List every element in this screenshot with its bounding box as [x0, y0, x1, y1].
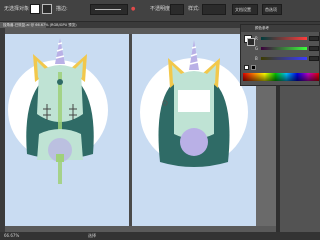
stroke-profile-dropdown[interactable] — [90, 4, 128, 15]
stroke-swatch[interactable] — [42, 4, 52, 14]
black-chip[interactable] — [251, 65, 256, 70]
chest-tag — [56, 154, 64, 162]
preferences-button[interactable]: 首选项 — [262, 4, 282, 15]
selection-status: 无选择对象 — [4, 6, 30, 12]
slider-g-track[interactable] — [261, 47, 307, 50]
slider-r-track[interactable] — [261, 37, 307, 40]
slider-b-track[interactable] — [261, 57, 307, 60]
white-chip[interactable] — [244, 65, 249, 70]
opacity-label: 不透明度: — [150, 6, 172, 12]
status-bar: 66.67% 选择 — [0, 232, 320, 240]
illustrator-window: 无选择对象 描边: ● 不透明度: 样式: 文档设置 首选项 独角兽-已恢复.a… — [0, 0, 320, 240]
chest-circle — [180, 128, 208, 156]
horn[interactable] — [55, 38, 65, 64]
color-panel-tabs: 颜色参考 — [241, 25, 320, 32]
slider-g[interactable]: G — [255, 45, 319, 52]
slider-r-value[interactable] — [309, 36, 319, 41]
zoom-readout[interactable]: 66.67% — [4, 232, 19, 240]
style-dropdown[interactable] — [202, 4, 226, 15]
stroke-line-preview — [95, 9, 121, 10]
color-panel-title[interactable]: 颜色参考 — [255, 25, 269, 32]
slider-g-value[interactable] — [309, 46, 319, 51]
opacity-field[interactable] — [170, 4, 184, 15]
control-bar: 无选择对象 描边: ● 不透明度: 样式: 文档设置 首选项 — [0, 0, 320, 22]
style-label: 样式: — [188, 6, 200, 12]
slider-b[interactable]: B — [255, 55, 319, 62]
artboard-right[interactable] — [129, 34, 256, 226]
fill-swatch[interactable] — [30, 4, 40, 14]
artboard-left[interactable] — [5, 34, 129, 226]
face-highlight — [178, 90, 210, 112]
stroke-weight-indicator: ● — [131, 6, 136, 12]
canvas-area[interactable] — [5, 28, 276, 232]
color-panel: 颜色参考 R G B — [240, 24, 320, 86]
spectrum-shade — [243, 73, 319, 81]
forehead-dot — [57, 79, 63, 85]
stroke-color-chip[interactable] — [247, 38, 255, 46]
slider-r[interactable]: R — [255, 35, 319, 42]
stroke-label: 描边: — [56, 6, 68, 12]
color-spectrum[interactable] — [243, 73, 319, 81]
document-setup-button[interactable]: 文档设置 — [232, 4, 258, 15]
current-tool-readout: 选择 — [88, 233, 96, 238]
slider-b-value[interactable] — [309, 56, 319, 61]
